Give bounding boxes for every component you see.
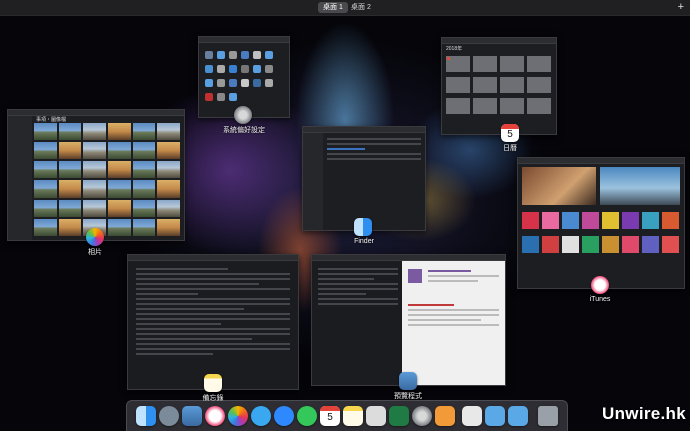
notes-window[interactable] bbox=[127, 254, 299, 390]
finder-window[interactable] bbox=[302, 126, 426, 231]
photos-icon bbox=[86, 228, 104, 246]
preview-icon bbox=[399, 372, 417, 390]
photos-window[interactable]: 事項・圖像檔 bbox=[7, 109, 185, 241]
calendar-day-number: 5 bbox=[507, 129, 513, 140]
notes-icon bbox=[204, 374, 222, 392]
dock-itunes-music-note-icon[interactable] bbox=[205, 406, 225, 426]
desktop-2-tab[interactable]: 桌面 2 bbox=[346, 2, 376, 13]
calendar-label: 日曆 bbox=[503, 145, 517, 152]
preview-document-image bbox=[408, 269, 422, 283]
dock-notes-icon[interactable] bbox=[343, 406, 363, 426]
dock-excel-icon[interactable] bbox=[389, 406, 409, 426]
preview-document-page bbox=[402, 261, 505, 385]
finder-label: Finder bbox=[354, 238, 374, 245]
photos-window-title: 事項・圖像檔 bbox=[36, 117, 67, 123]
dock-finder-icon[interactable] bbox=[136, 406, 156, 426]
preview-window[interactable] bbox=[311, 254, 506, 386]
dock-photos-icon[interactable] bbox=[228, 406, 248, 426]
dock-calendar-day: 5 bbox=[327, 412, 333, 423]
itunes-banner-right bbox=[600, 167, 680, 205]
dock-downloads-folder-icon[interactable] bbox=[485, 406, 505, 426]
notes-text-lines bbox=[136, 265, 290, 358]
dock-trash-icon[interactable] bbox=[538, 406, 558, 426]
calendar-icon: 5 bbox=[501, 124, 519, 142]
finder-icon bbox=[354, 218, 372, 236]
dock-stack-folder-icon[interactable] bbox=[508, 406, 528, 426]
dock-textedit-document-icon[interactable] bbox=[366, 406, 386, 426]
add-desktop-button[interactable]: + bbox=[678, 0, 684, 15]
preview-left-column bbox=[318, 265, 398, 308]
itunes-icon bbox=[591, 276, 609, 294]
photos-sidebar bbox=[8, 116, 32, 240]
itunes-banner-left bbox=[522, 167, 596, 205]
dock-preview-icon[interactable] bbox=[182, 406, 202, 426]
gear-icon bbox=[234, 106, 252, 124]
dock-home-icon[interactable] bbox=[435, 406, 455, 426]
dock-whatsapp-icon[interactable] bbox=[297, 406, 317, 426]
mission-control-desktop: 桌面 1 桌面 2 + 系統偏好設定 2018年 5 日曆 事項・圖像檔 相片 … bbox=[0, 0, 690, 431]
watermark-text: Unwire.hk bbox=[602, 404, 686, 423]
dock-launchpad-rocket-icon[interactable] bbox=[159, 406, 179, 426]
itunes-label: iTunes bbox=[589, 296, 611, 303]
photos-label: 相片 bbox=[88, 249, 102, 256]
dock-documents-icon[interactable] bbox=[462, 406, 482, 426]
finder-file-list bbox=[327, 135, 421, 163]
dock-system-preferences-gear-icon[interactable] bbox=[412, 406, 432, 426]
finder-sidebar bbox=[303, 133, 323, 230]
spaces-bar: 桌面 1 桌面 2 + bbox=[0, 0, 690, 16]
desktop-1-tab[interactable]: 桌面 1 bbox=[318, 2, 348, 13]
dock-messenger-icon[interactable] bbox=[274, 406, 294, 426]
photo-thumbnails-grid bbox=[34, 123, 180, 236]
calendar-month-grid bbox=[446, 56, 551, 114]
dock-calendar-icon[interactable]: 5 bbox=[320, 406, 340, 426]
system-preferences-label: 系統偏好設定 bbox=[223, 127, 265, 134]
dock-messages-speech-bubble-icon[interactable] bbox=[251, 406, 271, 426]
calendar-window[interactable]: 2018年 bbox=[441, 37, 557, 135]
itunes-window[interactable] bbox=[517, 157, 685, 289]
